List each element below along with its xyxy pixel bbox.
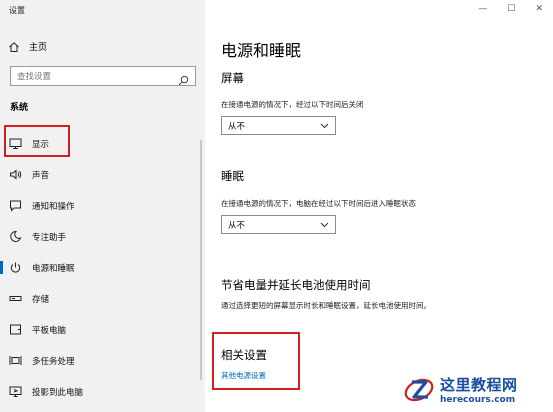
main-content: — ☐ ✕ 电源和睡眠 屏幕 在接通电源的情况下，经过以下时间后关闭 从不 睡眠… (205, 0, 553, 412)
sidebar-item-power-sleep[interactable]: 电源和睡眠 (0, 252, 205, 283)
sleep-description: 在接通电源的情况下，电脑在经过以下时间后进入睡眠状态 (221, 199, 416, 208)
section-label-system: 系统 (10, 103, 29, 113)
sidebar-item-label: 投影到此电脑 (32, 387, 84, 398)
maximize-button[interactable]: ☐ (507, 4, 515, 14)
sidebar-item-project[interactable]: 投影到此电脑 (0, 376, 205, 407)
additional-power-settings-link[interactable]: 其他电源设置 (221, 370, 266, 381)
watermark: 这里教程网 herecours.com (402, 366, 553, 412)
sidebar-item-multitasking[interactable]: 多任务处理 (0, 345, 205, 376)
sidebar-item-tablet[interactable]: 平板电脑 (0, 314, 205, 345)
close-button[interactable]: ✕ (535, 4, 543, 14)
sidebar-item-label: 声音 (32, 170, 50, 181)
home-icon (8, 41, 20, 53)
watermark-logo-icon (402, 372, 436, 406)
battery-description: 通过选择更短的屏幕显示时长和睡眠设置，延长电池使用时间。 (221, 301, 431, 310)
watermark-en: herecours.com (440, 394, 516, 405)
sidebar-item-label: 专注助手 (32, 232, 67, 243)
window-controls: — ☐ ✕ (478, 4, 543, 14)
watermark-text: 这里教程网 herecours.com (440, 374, 518, 405)
sleep-heading: 睡眠 (221, 169, 244, 183)
watermark-cn: 这里教程网 (440, 375, 518, 394)
sidebar-item-focus-assist[interactable]: 专注助手 (0, 221, 205, 252)
power-icon (9, 261, 22, 274)
sidebar-nav: 显示 声音 通知和操作 专注助手 电源和睡眠 存储 平板电脑 多任务处理 投影到… (0, 128, 205, 407)
annotation-box-display (4, 125, 70, 157)
screen-heading: 屏幕 (221, 71, 244, 85)
sleep-timeout-dropdown[interactable]: 从不 (221, 215, 336, 234)
home-label: 主页 (29, 43, 48, 53)
page-title: 电源和睡眠 (221, 41, 302, 60)
sleep-timeout-value: 从不 (228, 220, 246, 231)
screen-description: 在接通电源的情况下，经过以下时间后关闭 (221, 100, 364, 109)
chevron-down-icon (320, 121, 329, 130)
search-placeholder: 查找设置 (17, 72, 52, 82)
related-settings-heading: 相关设置 (221, 348, 267, 362)
home-nav-item[interactable]: 主页 (8, 40, 47, 53)
screen-timeout-value: 从不 (228, 121, 246, 132)
sidebar-scrollbar[interactable] (200, 140, 202, 380)
sidebar-item-storage[interactable]: 存储 (0, 283, 205, 314)
sidebar-item-label: 电源和睡眠 (32, 263, 75, 274)
sidebar-item-label: 通知和操作 (32, 201, 75, 212)
sidebar-item-label: 多任务处理 (32, 356, 75, 367)
window-title: 设置 (9, 6, 25, 15)
search-input[interactable]: 查找设置 (10, 66, 196, 86)
search-icon[interactable] (178, 71, 189, 85)
battery-heading: 节省电量并延长电池使用时间 (221, 278, 371, 292)
notification-icon (9, 199, 22, 212)
minimize-button[interactable]: — (478, 4, 487, 14)
sidebar: 设置 主页 查找设置 系统 显示 声音 通知和操作 专注助手 电源和睡眠 存储 … (0, 0, 205, 412)
sidebar-item-label: 存储 (32, 294, 50, 305)
project-icon (9, 385, 22, 398)
storage-icon (9, 292, 22, 305)
chevron-down-icon (320, 220, 329, 229)
speaker-icon (9, 168, 22, 181)
sidebar-item-label: 平板电脑 (32, 325, 67, 336)
sidebar-item-sound[interactable]: 声音 (0, 159, 205, 190)
sidebar-item-notifications[interactable]: 通知和操作 (0, 190, 205, 221)
active-indicator (0, 261, 3, 274)
screen-timeout-dropdown[interactable]: 从不 (221, 116, 336, 135)
multitask-icon (9, 354, 22, 367)
moon-icon (9, 230, 22, 243)
tablet-icon (9, 323, 22, 336)
